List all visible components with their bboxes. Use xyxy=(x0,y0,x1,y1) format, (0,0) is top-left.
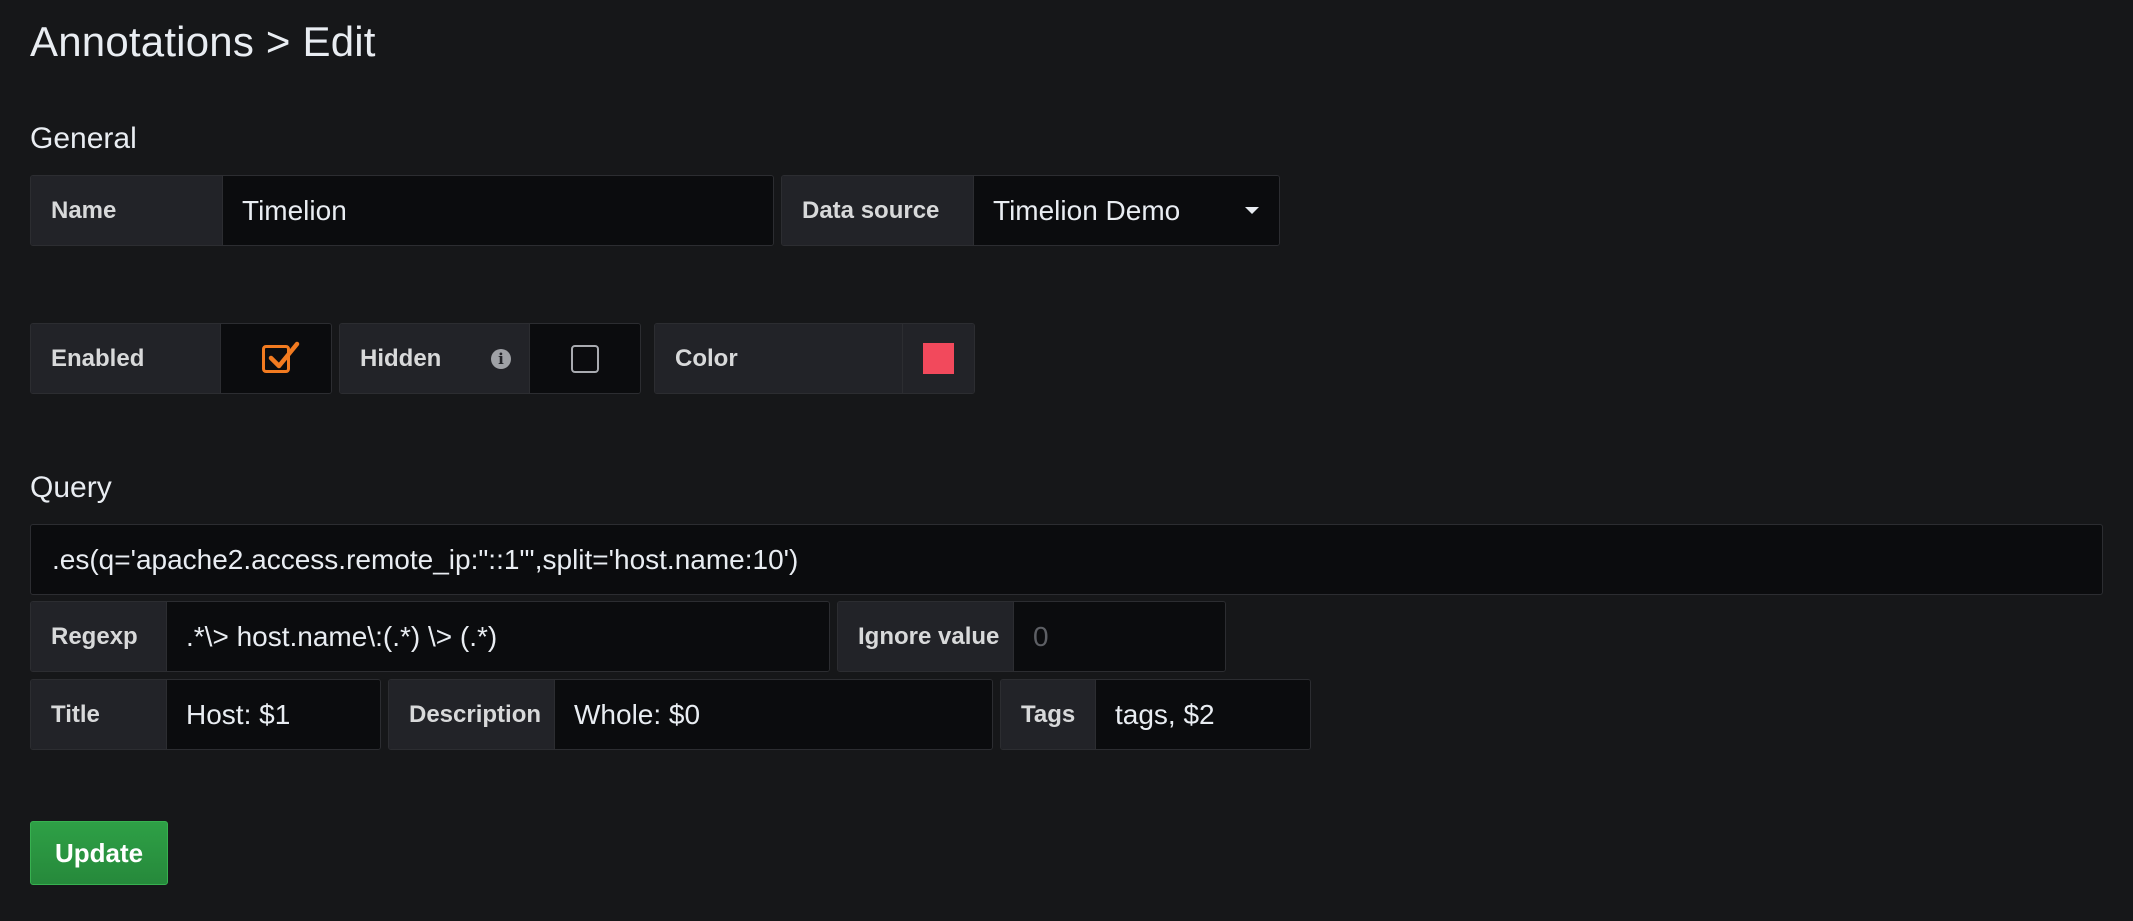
general-section-title: General xyxy=(30,122,137,155)
datasource-field-group: Data source Timelion Demo xyxy=(781,175,1280,246)
color-picker[interactable] xyxy=(903,324,974,393)
hidden-field-group: Hidden i xyxy=(339,323,641,394)
info-icon[interactable]: i xyxy=(491,349,511,369)
datasource-label: Data source xyxy=(782,176,974,245)
tags-field-group: Tags tags, $2 xyxy=(1000,679,1311,750)
regexp-input[interactable]: .*\> host.name\:(.*) \> (.*) xyxy=(167,602,829,671)
page-title: Annotations > Edit xyxy=(30,18,376,65)
hidden-checkbox[interactable] xyxy=(571,344,599,373)
query-section-title: Query xyxy=(30,471,112,504)
check-icon xyxy=(268,341,300,368)
hidden-label-cell: Hidden i xyxy=(340,324,530,393)
ignore-value-input[interactable] xyxy=(1014,602,1225,671)
color-field-group: Color xyxy=(654,323,975,394)
title-field-group: Title Host: $1 xyxy=(30,679,381,750)
regexp-field-group: Regexp .*\> host.name\:(.*) \> (.*) xyxy=(30,601,830,672)
description-input[interactable]: Whole: $0 xyxy=(555,680,992,749)
ignore-value-field-group: Ignore value xyxy=(837,601,1226,672)
title-label: Title xyxy=(31,680,167,749)
query-row-title-description-tags: Title Host: $1 Description Whole: $0 Tag… xyxy=(30,679,1318,750)
caret-down-icon xyxy=(1245,207,1259,214)
tags-input[interactable]: tags, $2 xyxy=(1096,680,1310,749)
enabled-label: Enabled xyxy=(31,324,221,393)
enabled-checkbox[interactable] xyxy=(262,341,300,373)
datasource-select[interactable]: Timelion Demo xyxy=(974,176,1279,245)
color-swatch xyxy=(923,343,954,374)
update-button[interactable]: Update xyxy=(30,821,168,885)
query-row-regexp: Regexp .*\> host.name\:(.*) \> (.*) Igno… xyxy=(30,601,1233,672)
name-field-group: Name Timelion xyxy=(30,175,774,246)
name-label: Name xyxy=(31,176,223,245)
tags-label: Tags xyxy=(1001,680,1096,749)
description-label: Description xyxy=(389,680,555,749)
regexp-label: Regexp xyxy=(31,602,167,671)
general-row-toggles: Enabled Hidden i Color xyxy=(30,323,982,394)
enabled-field-group: Enabled xyxy=(30,323,332,394)
hidden-label: Hidden xyxy=(360,344,442,372)
title-input[interactable]: Host: $1 xyxy=(167,680,380,749)
description-field-group: Description Whole: $0 xyxy=(388,679,993,750)
query-expression-input[interactable]: .es(q='apache2.access.remote_ip:"::1"',s… xyxy=(30,524,2103,595)
color-label: Color xyxy=(655,324,903,393)
enabled-checkbox-cell xyxy=(221,324,331,393)
hidden-checkbox-cell xyxy=(530,324,640,393)
ignore-value-label: Ignore value xyxy=(838,602,1014,671)
name-input[interactable]: Timelion xyxy=(223,176,773,245)
datasource-selected-value: Timelion Demo xyxy=(993,194,1181,226)
general-row-name-datasource: Name Timelion Data source Timelion Demo xyxy=(30,175,1287,246)
